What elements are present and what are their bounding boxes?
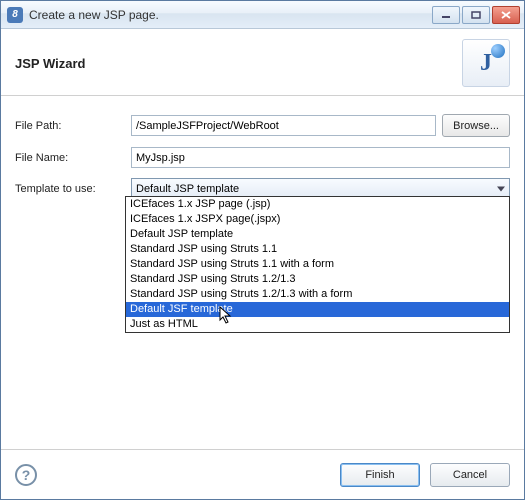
dropdown-item[interactable]: Standard JSP using Struts 1.2/1.3 with a… bbox=[126, 287, 509, 302]
template-dropdown-list[interactable]: ICEfaces 1.x JSP page (.jsp)ICEfaces 1.x… bbox=[125, 196, 510, 333]
dropdown-item[interactable]: Standard JSP using Struts 1.2/1.3 bbox=[126, 272, 509, 287]
minimize-icon bbox=[441, 11, 451, 19]
help-icon[interactable]: ? bbox=[15, 464, 37, 486]
browse-button[interactable]: Browse... bbox=[442, 114, 510, 137]
dialog-window: 8 Create a new JSP page. JSP Wizard J Fi… bbox=[0, 0, 525, 500]
file-path-label: File Path: bbox=[15, 120, 125, 132]
wizard-footer: ? Finish Cancel bbox=[1, 449, 524, 499]
window-controls bbox=[432, 6, 520, 24]
chevron-down-icon bbox=[497, 186, 505, 191]
close-button[interactable] bbox=[492, 6, 520, 24]
template-label: Template to use: bbox=[15, 183, 125, 195]
file-name-input[interactable] bbox=[131, 147, 510, 168]
wizard-header: JSP Wizard J bbox=[1, 29, 524, 96]
jsp-icon: J bbox=[462, 39, 510, 87]
dropdown-item[interactable]: Default JSP template bbox=[126, 227, 509, 242]
titlebar: 8 Create a new JSP page. bbox=[1, 1, 524, 29]
maximize-icon bbox=[471, 11, 481, 19]
app-icon: 8 bbox=[7, 7, 23, 23]
window-title: Create a new JSP page. bbox=[29, 8, 432, 22]
file-path-input[interactable] bbox=[131, 115, 436, 136]
maximize-button[interactable] bbox=[462, 6, 490, 24]
wizard-content: File Path: Browse... File Name: Template… bbox=[1, 96, 524, 449]
finish-button[interactable]: Finish bbox=[340, 463, 420, 487]
close-icon bbox=[501, 11, 511, 19]
template-combo-value: Default JSP template bbox=[136, 183, 239, 195]
dropdown-item[interactable]: Standard JSP using Struts 1.1 bbox=[126, 242, 509, 257]
dropdown-item[interactable]: ICEfaces 1.x JSP page (.jsp) bbox=[126, 197, 509, 212]
dropdown-item[interactable]: Standard JSP using Struts 1.1 with a for… bbox=[126, 257, 509, 272]
dropdown-item[interactable]: Default JSF template bbox=[126, 302, 509, 317]
dropdown-item[interactable]: ICEfaces 1.x JSPX page(.jspx) bbox=[126, 212, 509, 227]
cancel-button[interactable]: Cancel bbox=[430, 463, 510, 487]
dropdown-item[interactable]: Just as HTML bbox=[126, 317, 509, 332]
file-name-row: File Name: bbox=[15, 147, 510, 168]
minimize-button[interactable] bbox=[432, 6, 460, 24]
wizard-title: JSP Wizard bbox=[15, 56, 462, 71]
file-path-row: File Path: Browse... bbox=[15, 114, 510, 137]
file-name-label: File Name: bbox=[15, 152, 125, 164]
